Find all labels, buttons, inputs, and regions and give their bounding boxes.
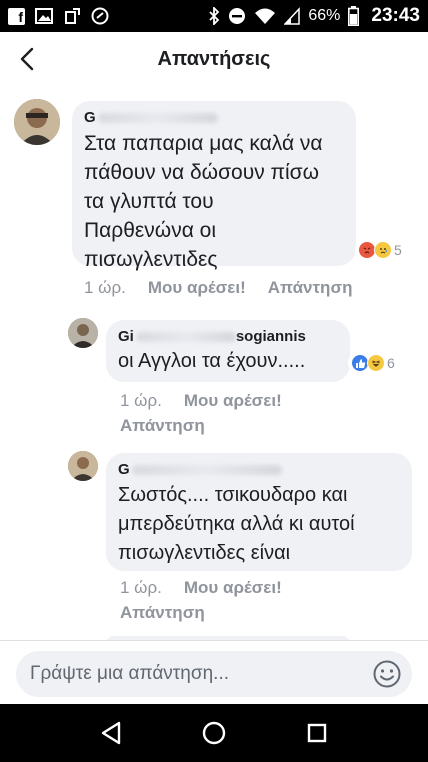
status-bar-left: f: [8, 7, 109, 25]
reply-input[interactable]: [30, 663, 360, 685]
reaction-count: 6: [387, 355, 395, 371]
reply-button[interactable]: Απάντηση: [120, 416, 205, 436]
like-button[interactable]: Μου αρέσει!: [184, 391, 282, 411]
reply-composer: [0, 640, 428, 704]
comment-text-line: πισωγλεντιδες: [84, 248, 218, 271]
back-arrow-icon[interactable]: [20, 47, 34, 71]
comment-text-line: μπερδεύτηκα αλλά κι αυτοί: [118, 513, 355, 535]
comment-author[interactable]: G: [118, 461, 400, 481]
comment-time: 1 ώρ.: [120, 391, 162, 410]
sad-reaction-icon: [374, 241, 392, 259]
reaction-summary[interactable]: 5: [355, 240, 405, 260]
comment-time: 1 ώρ.: [120, 578, 162, 597]
comment-text-line: Παρθενώνα οι: [84, 219, 217, 242]
reply-button[interactable]: Απάντηση: [268, 278, 353, 298]
screen: f 66% 23:43 Απαντήσεις G Στα παπαρια μας…: [0, 0, 428, 762]
comment-text: οι Αγγλοι τα έχουν.....: [118, 348, 338, 375]
comment-text: Σωστός.... τσικουδαρο και μπερδεύτηκα αλ…: [118, 481, 400, 568]
home-icon[interactable]: [194, 713, 234, 753]
comment-author[interactable]: Gi sogiannis: [118, 328, 338, 348]
bluetooth-icon: [208, 7, 220, 25]
comment-author[interactable]: G: [84, 109, 344, 129]
status-bar: f 66% 23:43: [0, 0, 428, 32]
comment-text-line: Σωστός.... τσικουδαρο και: [118, 484, 348, 506]
comment-meta: 1 ώρ. Μου αρέσει!: [120, 578, 282, 598]
page-title: Απαντήσεις: [157, 47, 271, 70]
reply-button[interactable]: Απάντηση: [120, 603, 205, 623]
smiley-icon[interactable]: [372, 659, 402, 689]
comment-meta: 1 ώρ. Μου αρέσει! Απάντηση: [84, 278, 352, 298]
reaction-count: 5: [394, 242, 402, 258]
recents-icon[interactable]: [297, 713, 337, 753]
header: Απαντήσεις: [0, 32, 428, 86]
avatar[interactable]: [68, 451, 98, 481]
author-name-redacted: [135, 332, 236, 343]
shield-icon: [91, 7, 109, 25]
author-name-redacted: [97, 113, 218, 124]
status-bar-right: 66% 23:43: [208, 5, 420, 27]
avatar[interactable]: [68, 318, 98, 348]
do-not-disturb-icon: [228, 7, 246, 25]
wifi-icon: [254, 7, 276, 25]
android-nav-bar: [0, 704, 428, 762]
haha-reaction-icon: [367, 354, 385, 372]
clock-time: 23:43: [371, 5, 420, 26]
comment-bubble[interactable]: G Στα παπαρια μας καλά να πάθουν να δώσο…: [72, 101, 356, 271]
battery-icon: [348, 6, 360, 26]
composer-box[interactable]: [16, 651, 412, 697]
facebook-icon: f: [8, 7, 25, 25]
back-button[interactable]: [12, 42, 42, 76]
comment-bubble[interactable]: Gi sogiannis οι Αγγλοι τα έχουν.....: [106, 320, 350, 382]
battery-percent: 66%: [308, 7, 341, 24]
comment-bubble[interactable]: G Σωστός.... τσικουδαρο και μπερδεύτηκα …: [106, 453, 412, 571]
comment-text: Στα παπαρια μας καλά να πάθουν να δώσουν…: [84, 129, 344, 274]
signal-icon: [284, 7, 301, 25]
like-button[interactable]: Μου αρέσει!: [184, 578, 282, 598]
comment-text-line: τα γλυπτά του: [84, 190, 214, 213]
comment-text-line: οι Αγγλοι τα έχουν.....: [118, 350, 306, 372]
image-icon: [35, 8, 53, 24]
like-button[interactable]: Μου αρέσει!: [148, 278, 246, 298]
author-name-redacted: [131, 465, 282, 476]
comment-text-line: πισωγλεντιδες είναι: [118, 542, 291, 564]
back-triangle-icon[interactable]: [91, 713, 131, 753]
comment-text-line: πάθουν να δώσουν πίσω: [84, 161, 320, 184]
comment-time: 1 ώρ.: [84, 278, 126, 297]
comment-meta: 1 ώρ. Μου αρέσει!: [120, 391, 282, 411]
comment-text-line: Στα παπαρια μας καλά να: [84, 132, 323, 155]
rotate-icon: [63, 7, 81, 25]
avatar[interactable]: [14, 99, 60, 145]
reaction-summary[interactable]: 6: [348, 353, 398, 373]
